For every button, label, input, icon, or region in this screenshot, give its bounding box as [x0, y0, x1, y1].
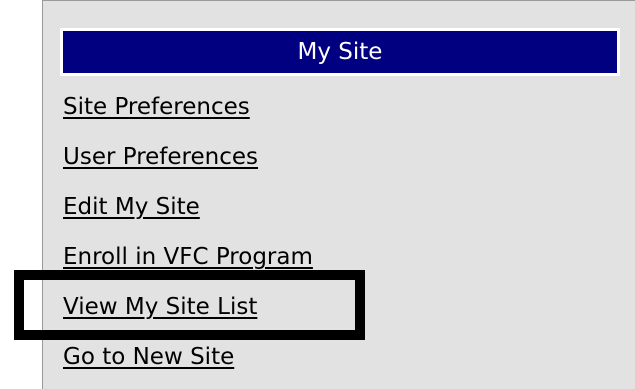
view-my-site-list-link[interactable]: View My Site List [63, 294, 257, 320]
menu-item-user-preferences: User Preferences [63, 128, 313, 178]
menu-item-go-to-new-site: Go to New Site [63, 328, 313, 378]
edit-my-site-link[interactable]: Edit My Site [63, 194, 200, 220]
go-to-new-site-link[interactable]: Go to New Site [63, 344, 234, 370]
menu-item-view-site-list: View My Site List [63, 278, 313, 328]
my-site-menu: Site Preferences User Preferences Edit M… [63, 78, 313, 378]
menu-item-site-preferences: Site Preferences [63, 78, 313, 128]
menu-item-edit-my-site: Edit My Site [63, 178, 313, 228]
user-preferences-link[interactable]: User Preferences [63, 144, 258, 170]
site-preferences-link[interactable]: Site Preferences [63, 94, 250, 120]
panel-header: My Site [60, 28, 620, 76]
enroll-vfc-program-link[interactable]: Enroll in VFC Program [63, 244, 313, 270]
menu-item-enroll-vfc: Enroll in VFC Program [63, 228, 313, 278]
